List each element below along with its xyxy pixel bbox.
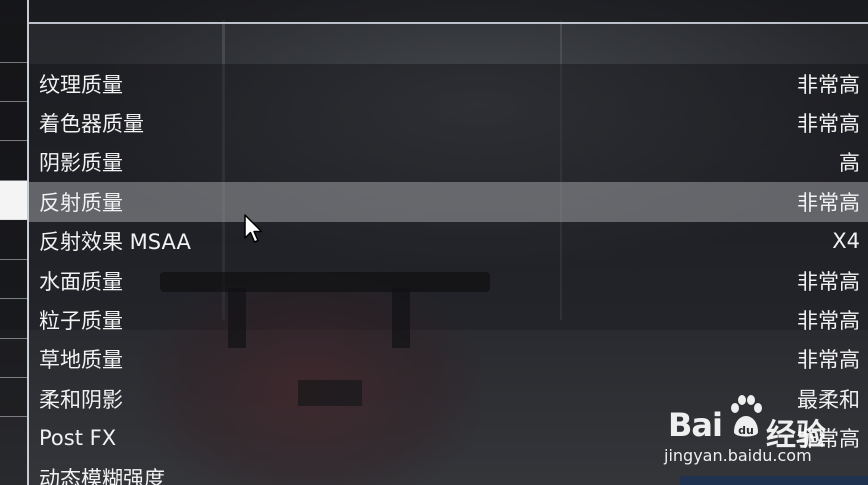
setting-value[interactable]: 非常高 bbox=[797, 108, 860, 138]
bottom-blue-bar bbox=[680, 476, 868, 485]
setting-label: 草地质量 bbox=[39, 348, 123, 373]
setting-label: 着色器质量 bbox=[39, 112, 144, 137]
setting-value[interactable]: X4 bbox=[832, 229, 860, 253]
baidu-paw-icon: du bbox=[731, 395, 762, 437]
baidu-jingyan-watermark: Bai du 经验 jingyan.baidu.com bbox=[662, 388, 862, 478]
setting-label: 纹理质量 bbox=[39, 72, 123, 97]
category-tab[interactable] bbox=[0, 300, 27, 339]
svg-text:du: du bbox=[738, 424, 754, 437]
category-tab-active[interactable] bbox=[0, 181, 27, 220]
setting-label: 反射质量 bbox=[39, 190, 123, 215]
category-tab-strip bbox=[0, 0, 29, 485]
setting-row-particle-quality[interactable]: 粒子质量 非常高 bbox=[29, 300, 868, 340]
category-tab[interactable] bbox=[0, 24, 27, 63]
setting-row-shader-quality[interactable]: 着色器质量 非常高 bbox=[29, 103, 868, 143]
watermark-url: jingyan.baidu.com bbox=[664, 446, 812, 465]
watermark-logo-text: Bai bbox=[668, 406, 723, 444]
category-tab[interactable] bbox=[0, 339, 27, 378]
category-tab[interactable] bbox=[0, 378, 27, 417]
setting-row-texture-quality[interactable]: 纹理质量 非常高 bbox=[29, 64, 868, 104]
setting-row-reflection-quality[interactable]: 反射质量 非常高 bbox=[29, 182, 868, 222]
setting-label: 反射效果 MSAA bbox=[39, 230, 191, 255]
setting-row-reflection-msaa[interactable]: 反射效果 MSAA X4 bbox=[29, 221, 868, 261]
setting-label: Post FX bbox=[39, 426, 117, 451]
game-settings-screen: 纹理质量 非常高 着色器质量 非常高 阴影质量 高 反射质量 非常高 反射效果 … bbox=[0, 0, 868, 485]
category-tab[interactable] bbox=[0, 221, 27, 260]
category-tab[interactable] bbox=[0, 102, 27, 141]
category-tab[interactable] bbox=[0, 63, 27, 102]
setting-label: 柔和阴影 bbox=[39, 387, 123, 412]
setting-value[interactable]: 高 bbox=[839, 147, 860, 177]
setting-value[interactable]: 非常高 bbox=[797, 187, 860, 217]
setting-row-shadow-quality[interactable]: 阴影质量 高 bbox=[29, 142, 868, 183]
mouse-cursor-icon bbox=[244, 214, 263, 243]
setting-label: 水面质量 bbox=[39, 269, 123, 294]
setting-label: 阴影质量 bbox=[39, 151, 123, 176]
settings-header-bar bbox=[29, 0, 868, 24]
category-tab[interactable] bbox=[0, 260, 27, 299]
setting-value[interactable]: 非常高 bbox=[797, 69, 860, 99]
setting-label: 动态模糊强度 bbox=[39, 466, 165, 485]
setting-value[interactable]: 非常高 bbox=[797, 344, 860, 374]
setting-value[interactable]: 非常高 bbox=[797, 305, 860, 335]
category-tab[interactable] bbox=[0, 142, 27, 181]
setting-value[interactable]: 非常高 bbox=[797, 266, 860, 296]
setting-row-grass-quality[interactable]: 草地质量 非常高 bbox=[29, 339, 868, 380]
setting-label: 粒子质量 bbox=[39, 309, 123, 334]
setting-row-water-quality[interactable]: 水面质量 非常高 bbox=[29, 260, 868, 301]
